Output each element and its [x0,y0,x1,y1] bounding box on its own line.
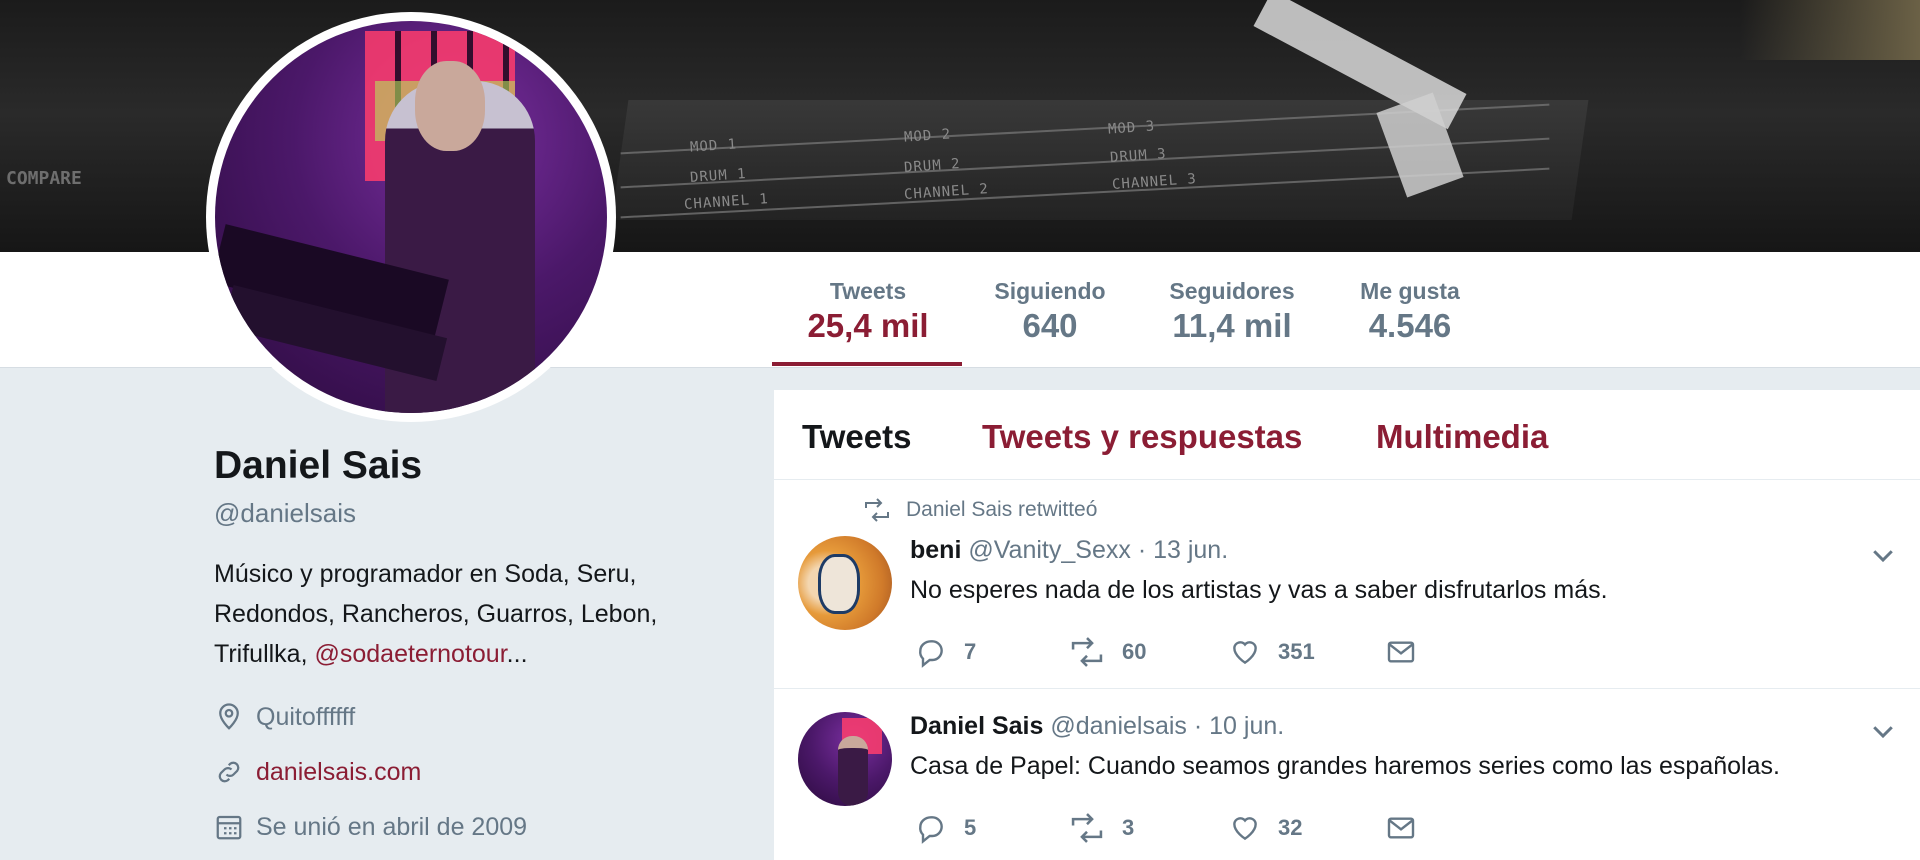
stat-label: Seguidores [1169,278,1295,304]
banner-label: MOD 1 [689,136,738,156]
stat-following[interactable]: Siguiendo 640 [980,278,1120,345]
profile-avatar[interactable] [206,12,616,422]
tab-tweets[interactable]: Tweets [802,418,911,456]
tweet-avatar[interactable] [798,536,892,630]
like-button[interactable]: 32 [1228,812,1302,844]
reply-count: 7 [964,639,977,664]
retweet-button[interactable]: 3 [1068,812,1134,844]
direct-message-button[interactable] [1384,636,1434,668]
stat-value: 4.546 [1368,307,1452,344]
tweet-author-name[interactable]: beni [910,536,961,564]
tweet-text: Casa de Papel: Cuando seamos grandes har… [910,752,1780,780]
stat-likes[interactable]: Me gusta 4.546 [1340,278,1480,345]
profile-name[interactable]: Daniel Sais [214,444,422,488]
direct-message-button[interactable] [1384,812,1434,844]
message-icon [1387,817,1415,839]
chevron-down-icon[interactable] [1868,540,1898,570]
tweet-text: No esperes nada de los artistas y vas a … [910,576,1608,604]
website-link[interactable]: danielsais.com [256,758,421,787]
tab-media[interactable]: Multimedia [1376,418,1548,456]
profile-handle: @danielsais [214,498,357,528]
banner-label: MOD 3 [1107,118,1156,138]
tweet-divider [774,688,1920,689]
bio-ellipsis: ... [506,640,528,668]
tweet-date[interactable]: · 13 jun. [1138,536,1228,564]
like-count: 32 [1278,815,1303,840]
timeline-tabs [774,390,1920,480]
retweet-context: Daniel Sais retwitteó [862,498,1097,522]
banner-label: COMPARE [6,168,82,189]
tab-tweets-and-replies[interactable]: Tweets y respuestas [982,418,1302,456]
stat-value: 11,4 mil [1172,307,1292,344]
reply-button[interactable]: 5 [914,812,976,844]
retweet-button[interactable]: 60 [1068,636,1146,668]
stat-tweets[interactable]: Tweets 25,4 mil [780,278,956,345]
stat-value: 25,4 mil [807,307,929,344]
message-icon [1387,641,1415,663]
tweet-avatar[interactable] [798,712,892,806]
tweet-header: Daniel Sais @danielsais · 10 jun. [910,712,1284,741]
like-button[interactable]: 351 [1228,636,1315,668]
retweet-count: 3 [1122,815,1135,840]
link-icon [218,761,240,783]
banner-label: MOD 2 [903,126,952,146]
map-pin-icon [219,703,239,730]
tweet-author-name[interactable]: Daniel Sais [910,712,1043,740]
stat-label: Me gusta [1360,278,1460,304]
reply-count: 5 [964,815,977,840]
like-icon [1233,817,1257,841]
location-text: Quitoffffff [256,702,356,731]
retweet-icon [1071,813,1103,843]
reply-button[interactable]: 7 [914,636,976,668]
retweet-icon [865,498,889,522]
reply-icon [919,640,943,668]
bio-mention-link[interactable]: @sodaeternotour [314,640,506,668]
like-count: 351 [1278,639,1315,664]
stat-label: Siguiendo [994,278,1106,304]
tweet-header: beni @Vanity_Sexx · 13 jun. [910,536,1228,565]
like-icon [1233,641,1257,665]
profile-location: Quitoffffff [214,702,355,732]
tweet-author-handle[interactable]: @Vanity_Sexx [968,536,1131,564]
retweet-note: Daniel Sais retwitteó [906,498,1098,521]
tweet-date[interactable]: · 10 jun. [1194,712,1284,740]
profile-website: danielsais.com [214,757,421,787]
avatar-photo [215,21,607,413]
calendar-icon [216,815,242,840]
chevron-down-icon[interactable] [1868,716,1898,746]
avatar-person [838,736,868,806]
profile-joined: Se unió en abril de 2009 [214,812,527,842]
profile-bio: Músico y programador en Soda, Seru, Redo… [214,554,734,674]
joined-text: Se unió en abril de 2009 [256,812,528,841]
retweet-count: 60 [1122,639,1147,664]
reply-icon [919,816,943,844]
tweet-author-handle[interactable]: @danielsais [1050,712,1187,740]
stat-value: 640 [1022,307,1078,344]
avatar-face [818,554,860,614]
retweet-icon [1071,637,1103,667]
banner-glow [1740,0,1920,60]
avatar-photo-person [415,61,485,151]
active-stat-underline [772,362,962,366]
stat-followers[interactable]: Seguidores 11,4 mil [1150,278,1314,345]
stat-label: Tweets [829,278,907,304]
